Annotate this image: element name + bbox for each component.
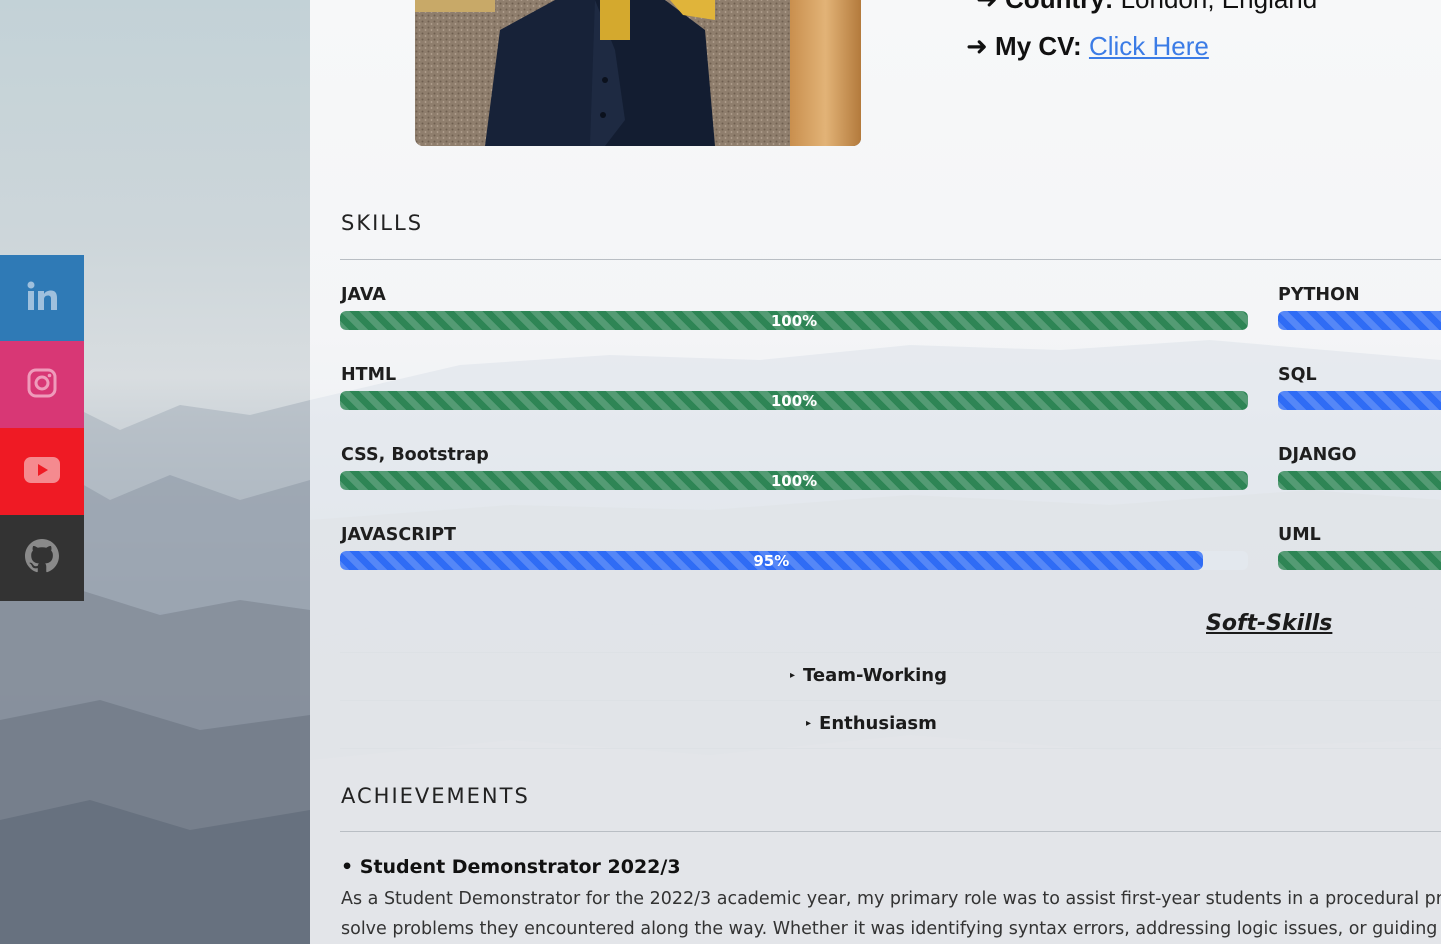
achievement-line: As a Student Demonstrator for the 2022/3… [341,889,1441,909]
achievement-line: solve problems they encountered along th… [341,919,1438,939]
arrow-icon: ➜ [966,31,988,61]
youtube-icon [23,456,61,488]
skill-bar-fill [1278,551,1441,570]
cv-line: ➜ My CV: Click Here [966,31,1209,62]
skill-bar-django [1278,471,1441,490]
achievement-description: As a Student Demonstrator for the 2022/3… [341,884,1441,944]
country-line: ➜ Country: London, England [966,0,1317,15]
skill-bar-fill: 100% [340,391,1248,410]
disclosure-triangle-icon: ▸ [790,670,796,681]
skill-bar-javascript: 95% [340,551,1248,570]
arrow-icon: ➜ [976,0,998,14]
skill-label-java: JAVA [341,285,386,305]
skill-bar-fill [1278,391,1441,410]
achievements-heading: ACHIEVEMENTS [341,784,530,808]
disclosure-triangle-icon: ▸ [806,718,812,729]
soft-skill-label: Enthusiasm [819,713,937,734]
skill-label-html: HTML [341,365,397,385]
country-value: London, England [1121,0,1318,14]
profile-photo [415,0,861,146]
soft-skill-team-working[interactable]: ▸ Team-Working [790,665,947,686]
skills-heading: SKILLS [341,211,424,235]
skill-label-css: CSS, Bootstrap [341,445,489,465]
soft-skill-row[interactable]: ▸ Team-Working [340,652,1441,700]
youtube-link[interactable] [0,428,84,515]
soft-skills-heading: Soft-Skills [1206,611,1333,636]
achievement-title: • Student Demonstrator 2022/3 [341,856,681,878]
skill-bar-css: 100% [340,471,1248,490]
instagram-icon [26,367,58,403]
soft-skill-enthusiasm[interactable]: ▸ Enthusiasm [806,713,937,734]
instagram-link[interactable] [0,341,84,428]
skill-label-sql: SQL [1278,365,1317,385]
skill-bar-uml [1278,551,1441,570]
linkedin-icon [26,280,58,316]
skill-label-python: PYTHON [1278,285,1360,305]
skill-bar-fill: 100% [340,311,1248,330]
skill-label-django: DJANGO [1278,445,1357,465]
social-sidebar [0,255,84,601]
github-icon [25,539,59,577]
skill-bar-html: 100% [340,391,1248,410]
skill-bar-fill [1278,471,1441,490]
github-link[interactable] [0,515,84,601]
country-label: Country: [1005,0,1113,14]
skill-label-uml: UML [1278,525,1321,545]
skills-divider [340,259,1441,260]
skill-bar-python [1278,311,1441,330]
cv-link[interactable]: Click Here [1089,31,1209,61]
skill-bar-java: 100% [340,311,1248,330]
skill-bar-fill [1278,311,1441,330]
linkedin-link[interactable] [0,255,84,341]
soft-skill-label: Team-Working [803,665,947,686]
soft-skill-row[interactable]: ▸ Enthusiasm [340,700,1441,749]
skill-bar-fill: 100% [340,471,1248,490]
achievements-divider [340,831,1441,832]
skill-label-javascript: JAVASCRIPT [341,525,456,545]
skill-bar-sql [1278,391,1441,410]
skill-bar-fill: 95% [340,551,1203,570]
cv-label: My CV: [995,31,1082,61]
